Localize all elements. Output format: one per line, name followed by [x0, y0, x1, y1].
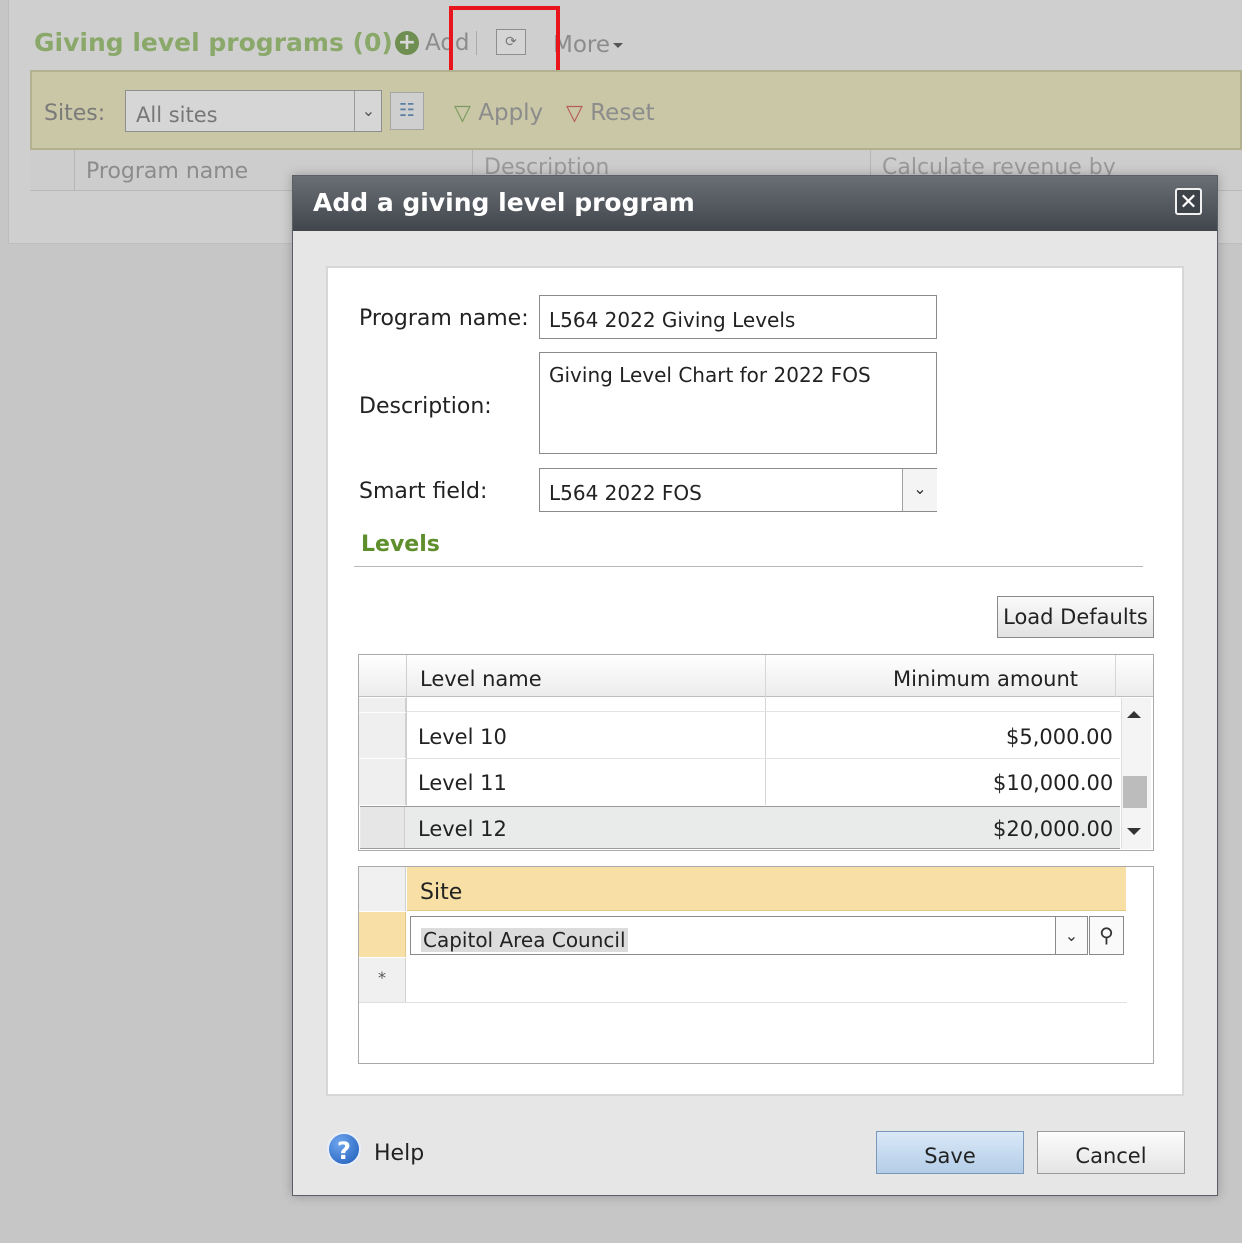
- program-name-label: Program name:: [359, 306, 529, 331]
- caret-down-icon: [613, 43, 624, 48]
- row-selector[interactable]: [359, 713, 406, 758]
- column-header-level-name[interactable]: Level name: [420, 667, 542, 691]
- scrollbar-thumb[interactable]: [1123, 776, 1147, 808]
- sites-select-value: All sites: [136, 103, 218, 127]
- row-selector[interactable]: [359, 759, 406, 805]
- minimum-amount-cell[interactable]: $10,000.00: [993, 771, 1113, 795]
- sites-label: Sites:: [44, 101, 106, 126]
- level-name-cell[interactable]: Level 10: [418, 725, 507, 749]
- column-divider: [765, 655, 766, 805]
- column-header-program-name[interactable]: Program name: [86, 159, 248, 184]
- column-divider: [870, 150, 871, 175]
- row-selector[interactable]: [359, 912, 406, 957]
- scroll-down-arrow-icon[interactable]: [1127, 828, 1141, 835]
- program-name-input[interactable]: L564 2022 Giving Levels: [539, 295, 937, 339]
- chevron-down-icon[interactable]: ⌄: [902, 469, 937, 511]
- levels-scrollbar[interactable]: [1121, 698, 1151, 849]
- site-hierarchy-icon[interactable]: ☷: [390, 92, 424, 130]
- apply-label: Apply: [478, 100, 544, 126]
- minimum-amount-cell[interactable]: $5,000.00: [1006, 725, 1113, 749]
- scroll-up-arrow-icon[interactable]: [1127, 711, 1141, 718]
- add-icon: +: [395, 31, 419, 55]
- column-header-site[interactable]: Site: [420, 880, 462, 905]
- row-selector-header: [359, 867, 406, 911]
- reset-button[interactable]: ▽ Reset: [566, 100, 654, 126]
- reset-label: Reset: [590, 100, 655, 126]
- chevron-down-icon[interactable]: ⌄: [354, 91, 382, 131]
- help-icon[interactable]: ?: [327, 1132, 361, 1166]
- level-name-cell[interactable]: Level 12: [418, 817, 507, 841]
- more-menu-button[interactable]: More: [553, 32, 624, 58]
- dialog-title: Add a giving level program: [313, 188, 695, 217]
- close-icon[interactable]: ✕: [1175, 188, 1202, 215]
- more-label: More: [553, 32, 611, 58]
- help-link[interactable]: Help: [374, 1141, 424, 1166]
- new-row-marker: *: [359, 958, 406, 1002]
- search-icon[interactable]: ⚲: [1089, 916, 1124, 955]
- row-selector[interactable]: [359, 698, 406, 712]
- row-selector[interactable]: [361, 807, 405, 848]
- save-button[interactable]: Save: [876, 1131, 1024, 1174]
- row-divider: [359, 1002, 1127, 1003]
- column-header-minimum-amount[interactable]: Minimum amount: [893, 667, 1078, 691]
- minimum-amount-cell[interactable]: $20,000.00: [993, 817, 1113, 841]
- smart-field-select[interactable]: L564 2022 FOS: [539, 468, 937, 512]
- column-divider: [1115, 655, 1116, 697]
- load-defaults-button[interactable]: Load Defaults: [997, 596, 1154, 638]
- levels-section-heading: Levels: [361, 532, 440, 557]
- cancel-button[interactable]: Cancel: [1037, 1131, 1185, 1174]
- filter-icon: ▽: [454, 101, 471, 126]
- chevron-down-icon[interactable]: ⌄: [1056, 916, 1088, 955]
- row-divider: [407, 758, 1120, 759]
- site-input-value: Capitol Area Council: [421, 928, 628, 952]
- column-divider: [472, 150, 473, 175]
- clear-filter-icon: ▽: [566, 101, 583, 126]
- description-label: Description:: [359, 394, 492, 419]
- apply-button[interactable]: ▽ Apply: [454, 100, 543, 126]
- page-title: Giving level programs (0): [34, 28, 393, 57]
- description-textarea[interactable]: Giving Level Chart for 2022 FOS: [539, 352, 937, 454]
- smart-field-label: Smart field:: [359, 479, 488, 504]
- sites-grid-header: [407, 867, 1126, 911]
- level-name-cell[interactable]: Level 11: [418, 771, 507, 795]
- column-divider: [74, 150, 75, 190]
- section-divider: [354, 566, 1143, 567]
- row-divider: [407, 711, 1120, 712]
